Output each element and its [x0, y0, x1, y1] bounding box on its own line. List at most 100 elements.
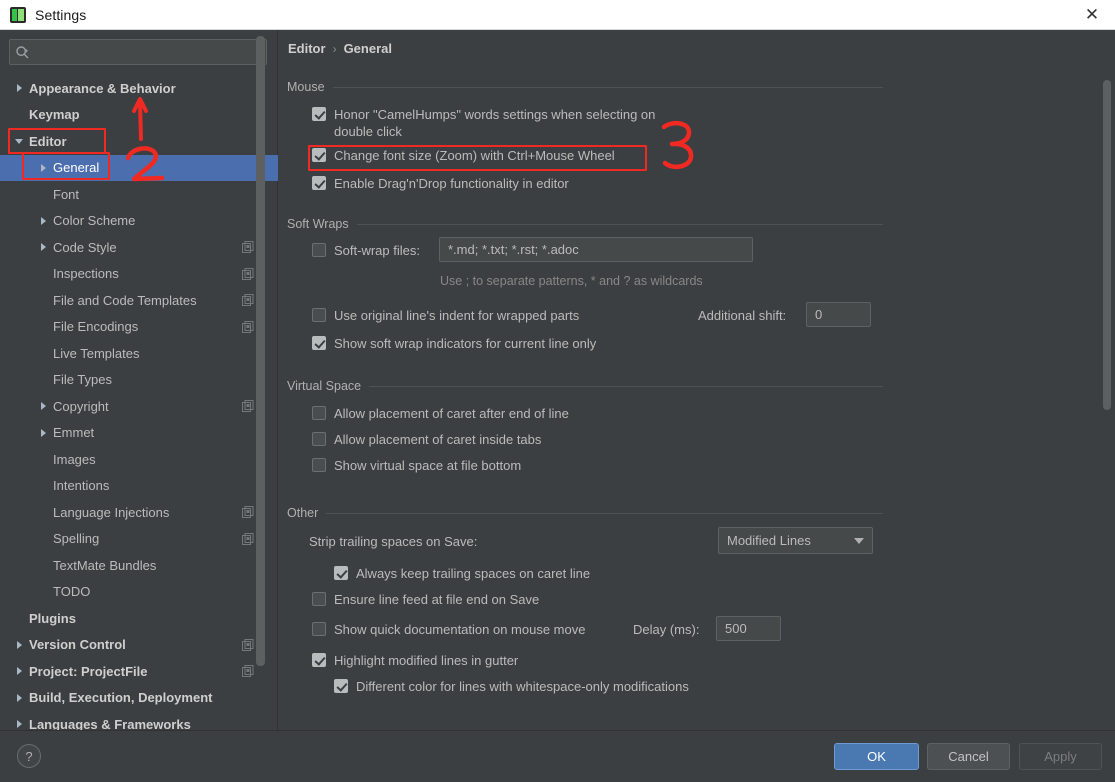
checkbox-indicator[interactable] — [312, 432, 326, 446]
checkbox-caret-after-end-of-line[interactable]: Allow placement of caret after end of li… — [312, 405, 569, 422]
checkbox-ensure-line-feed[interactable]: Ensure line feed at file end on Save — [312, 591, 539, 608]
separator-line — [369, 385, 883, 387]
sidebar-item-editor[interactable]: Editor — [0, 128, 278, 155]
settings-main-panel: Editor › General Mouse Honor "CamelHumps… — [279, 30, 1115, 730]
sidebar-scrollbar-thumb[interactable] — [256, 36, 265, 666]
checkbox-indicator[interactable] — [312, 148, 326, 162]
sidebar-item-version-control[interactable]: Version Control — [0, 632, 278, 659]
soft-wrap-hint: Use ; to separate patterns, * and ? as w… — [440, 274, 703, 288]
sidebar-item-file-encodings[interactable]: File Encodings — [0, 314, 278, 341]
additional-shift-input[interactable]: 0 — [806, 302, 871, 327]
checkbox-show-quick-documentation[interactable]: Show quick documentation on mouse move — [312, 621, 585, 638]
checkbox-label: Change font size (Zoom) with Ctrl+Mouse … — [334, 148, 615, 163]
chevron-right-icon[interactable] — [12, 638, 26, 652]
group-mouse-label: Mouse — [287, 80, 325, 94]
sidebar-item-general[interactable]: General — [0, 154, 278, 181]
checkbox-enable-dragndrop[interactable]: Enable Drag'n'Drop functionality in edit… — [312, 175, 569, 192]
chevron-right-icon[interactable] — [12, 81, 26, 95]
checkbox-label: Use original line's indent for wrapped p… — [334, 308, 580, 323]
checkbox-indicator[interactable] — [312, 243, 326, 257]
sidebar-item-live-templates[interactable]: Live Templates — [0, 340, 278, 367]
intellij-idea-icon — [10, 6, 26, 23]
delay-input[interactable]: 500 — [716, 616, 781, 641]
search-box[interactable] — [9, 39, 267, 65]
chevron-right-icon[interactable] — [12, 664, 26, 678]
sidebar-scrollbar-track[interactable] — [256, 32, 271, 680]
group-soft-wraps: Soft Wraps — [287, 215, 883, 233]
group-mouse-title: Mouse — [287, 78, 883, 96]
sidebar-item-label: Keymap — [29, 107, 80, 123]
checkbox-label: Enable Drag'n'Drop functionality in edit… — [334, 176, 569, 191]
checkbox-honor-camelhumps[interactable]: Honor "CamelHumps" words settings when s… — [312, 106, 712, 140]
chevron-right-icon[interactable] — [36, 161, 50, 175]
group-other-label: Other — [287, 506, 319, 520]
sidebar-item-label: Intentions — [53, 478, 110, 494]
sidebar-item-images[interactable]: Images — [0, 446, 278, 473]
sidebar-item-label: Copyright — [53, 398, 109, 414]
checkbox-indicator[interactable] — [312, 458, 326, 472]
soft-wrap-files-input[interactable]: *.md; *.txt; *.rst; *.adoc — [439, 237, 753, 262]
sidebar-item-label: File Encodings — [53, 319, 139, 335]
project-scope-icon — [242, 506, 254, 519]
sidebar-item-inspections[interactable]: Inspections — [0, 261, 278, 288]
cancel-button[interactable]: Cancel — [927, 743, 1010, 770]
sidebar-item-spelling[interactable]: Spelling — [0, 526, 278, 553]
sidebar-item-textmate-bundles[interactable]: TextMate Bundles — [0, 552, 278, 579]
chevron-right-icon[interactable] — [36, 214, 50, 228]
main-scrollbar-thumb[interactable] — [1103, 80, 1111, 410]
sidebar-item-copyright[interactable]: Copyright — [0, 393, 278, 420]
search-input[interactable] — [30, 45, 266, 59]
sidebar-item-color-scheme[interactable]: Color Scheme — [0, 208, 278, 235]
checkbox-highlight-modified-lines[interactable]: Highlight modified lines in gutter — [312, 652, 518, 669]
sidebar-item-label: Inspections — [53, 266, 119, 282]
checkbox-indicator[interactable] — [312, 592, 326, 606]
sidebar-item-build-execution-deployment[interactable]: Build, Execution, Deployment — [0, 685, 278, 712]
checkbox-soft-wrap-files[interactable]: Soft-wrap files: — [312, 242, 420, 259]
ok-button[interactable]: OK — [834, 743, 919, 770]
sidebar-item-plugins[interactable]: Plugins — [0, 605, 278, 632]
sidebar-item-keymap[interactable]: Keymap — [0, 102, 278, 129]
chevron-right-icon[interactable] — [12, 717, 26, 730]
checkbox-use-original-indent[interactable]: Use original line's indent for wrapped p… — [312, 307, 579, 324]
close-icon[interactable]: ✕ — [1069, 0, 1115, 29]
checkbox-indicator[interactable] — [312, 653, 326, 667]
sidebar-item-file-types[interactable]: File Types — [0, 367, 278, 394]
sidebar-item-language-injections[interactable]: Language Injections — [0, 499, 278, 526]
project-scope-icon — [242, 267, 254, 280]
checkbox-caret-inside-tabs[interactable]: Allow placement of caret inside tabs — [312, 431, 541, 448]
help-button[interactable]: ? — [17, 744, 41, 768]
checkbox-indicator[interactable] — [334, 566, 348, 580]
sidebar-item-intentions[interactable]: Intentions — [0, 473, 278, 500]
chevron-right-icon[interactable] — [12, 691, 26, 705]
strip-trailing-spaces-dropdown[interactable]: Modified Lines — [718, 527, 873, 554]
sidebar-item-font[interactable]: Font — [0, 181, 278, 208]
sidebar-item-code-style[interactable]: Code Style — [0, 234, 278, 261]
checkbox-always-keep-trailing-spaces[interactable]: Always keep trailing spaces on caret lin… — [334, 565, 590, 582]
apply-button[interactable]: Apply — [1019, 743, 1102, 770]
sidebar-item-todo[interactable]: TODO — [0, 579, 278, 606]
checkbox-indicator[interactable] — [312, 107, 326, 121]
strip-trailing-spaces-label: Strip trailing spaces on Save: — [309, 534, 478, 549]
checkbox-indicator[interactable] — [312, 336, 326, 350]
checkbox-show-soft-wrap-indicators[interactable]: Show soft wrap indicators for current li… — [312, 335, 596, 352]
checkbox-indicator[interactable] — [312, 308, 326, 322]
chevron-down-icon[interactable] — [12, 134, 26, 148]
checkbox-change-font-size-zoom[interactable]: Change font size (Zoom) with Ctrl+Mouse … — [312, 147, 615, 164]
chevron-right-icon[interactable] — [36, 240, 50, 254]
checkbox-indicator[interactable] — [312, 622, 326, 636]
checkbox-different-color-whitespace[interactable]: Different color for lines with whitespac… — [334, 678, 689, 695]
sidebar-item-languages-frameworks[interactable]: Languages & Frameworks — [0, 711, 278, 730]
window-title: Settings — [35, 6, 87, 23]
sidebar-item-label: Language Injections — [53, 504, 170, 520]
checkbox-indicator[interactable] — [312, 176, 326, 190]
checkbox-indicator[interactable] — [312, 406, 326, 420]
chevron-right-icon[interactable] — [36, 399, 50, 413]
checkbox-indicator[interactable] — [334, 679, 348, 693]
sidebar-item-appearance-behavior[interactable]: Appearance & Behavior — [0, 75, 278, 102]
sidebar-item-emmet[interactable]: Emmet — [0, 420, 278, 447]
sidebar-item-project-projectfile[interactable]: Project: ProjectFile — [0, 658, 278, 685]
chevron-right-icon[interactable] — [36, 426, 50, 440]
checkbox-virtual-space-file-bottom[interactable]: Show virtual space at file bottom — [312, 457, 521, 474]
sidebar-item-file-and-code-templates[interactable]: File and Code Templates — [0, 287, 278, 314]
breadcrumb-root[interactable]: Editor — [288, 41, 326, 56]
